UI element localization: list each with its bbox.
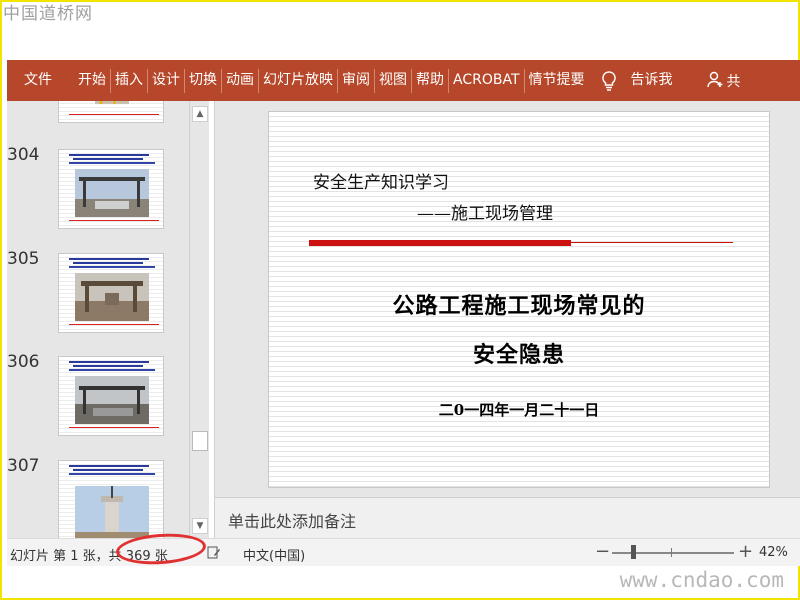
slide-title-second-line[interactable]: 安全隐患 xyxy=(269,337,769,369)
thumbnail-red-rule xyxy=(69,114,159,115)
notes-pane[interactable]: 单击此处添加备注 xyxy=(214,497,800,538)
slide-thumbnail[interactable] xyxy=(58,460,164,538)
tab-home[interactable]: 开始 xyxy=(74,60,110,101)
thumbnail-text-line xyxy=(73,158,143,160)
slide-thumbnail-pane[interactable]: 304 305 306 307 xyxy=(7,101,189,538)
thumbnail-text-line xyxy=(69,473,155,475)
tab-review[interactable]: 审阅 xyxy=(338,60,374,101)
slide-thumbnail[interactable] xyxy=(58,356,164,436)
tab-storyboarding[interactable]: 情节提要 xyxy=(525,60,589,101)
thumbnail-scrollbar[interactable]: ▲ ▼ xyxy=(189,101,209,538)
thumbnail-photo-gantry-crane xyxy=(75,169,149,217)
slide-number: 305 xyxy=(7,249,40,269)
current-slide[interactable]: 安全生产知识学习 ——施工现场管理 公路工程施工现场常见的 安全隐患 二0一四年… xyxy=(268,111,770,488)
site-watermark-top: 中国道桥网 xyxy=(3,4,93,24)
scroll-up-button[interactable]: ▲ xyxy=(192,106,208,122)
tab-view[interactable]: 视图 xyxy=(375,60,411,101)
thumbnail-red-rule xyxy=(69,324,159,325)
slide-thumbnail[interactable] xyxy=(58,149,164,229)
zoom-in-button[interactable]: + xyxy=(738,541,753,562)
slide-edit-area: 安全生产知识学习 ——施工现场管理 公路工程施工现场常见的 安全隐患 二0一四年… xyxy=(214,101,800,497)
footer-strip: www.cndao.com xyxy=(2,566,798,598)
thumbnail-text-line xyxy=(69,361,149,363)
tab-help[interactable]: 帮助 xyxy=(412,60,448,101)
ribbon-tab-bar: 文件 开始 插入 设计 切换 动画 幻灯片放映 审阅 视图 帮助 ACROBAT… xyxy=(7,60,800,101)
tab-design[interactable]: 设计 xyxy=(148,60,184,101)
tab-acrobat[interactable]: ACROBAT xyxy=(449,60,524,101)
thumbnail-text-line xyxy=(69,369,155,371)
slide-number: 304 xyxy=(7,145,40,165)
slide-number: 306 xyxy=(7,352,40,372)
red-accent-bar xyxy=(309,240,571,246)
scrollbar-thumb[interactable] xyxy=(192,431,208,451)
language-indicator[interactable]: 中文(中国) xyxy=(243,545,305,564)
thumbnail-photo-gantry-crane xyxy=(75,376,149,424)
slide-title[interactable]: 公路工程施工现场常见的 xyxy=(269,288,769,320)
share-label: 共 xyxy=(726,73,741,90)
thumbnail-text-line xyxy=(69,258,149,260)
slide-number: 307 xyxy=(7,456,40,476)
tab-slideshow[interactable]: 幻灯片放映 xyxy=(259,60,337,101)
tell-me-search[interactable]: 告诉我 xyxy=(627,60,677,101)
red-accent-line xyxy=(571,242,733,243)
tab-insert[interactable]: 插入 xyxy=(111,60,147,101)
notes-edit-icon[interactable] xyxy=(207,546,221,559)
person-add-icon xyxy=(706,70,725,92)
thumbnail-red-rule xyxy=(69,220,159,221)
slide-date[interactable]: 二0一四年一月二十一日 xyxy=(269,399,769,420)
thumbnail-photo-gantry-crane xyxy=(75,273,149,321)
thumbnail-photo-bridge-pier xyxy=(75,486,149,538)
share-button[interactable]: 共 xyxy=(706,70,741,92)
slide-thumbnail[interactable] xyxy=(58,101,164,123)
tab-animations[interactable]: 动画 xyxy=(222,60,258,101)
slide-thumbnail[interactable] xyxy=(58,253,164,333)
tab-file[interactable]: 文件 xyxy=(7,60,74,101)
thumbnail-text-line xyxy=(73,262,143,264)
zoom-slider-center-mark xyxy=(671,548,672,557)
zoom-out-button[interactable]: − xyxy=(595,541,610,562)
lightbulb-icon[interactable] xyxy=(601,60,617,101)
site-watermark-bottom: www.cndao.com xyxy=(619,568,784,592)
thumbnail-red-rule xyxy=(69,427,159,428)
thumbnail-text-line xyxy=(69,154,149,156)
notes-placeholder[interactable]: 单击此处添加备注 xyxy=(228,508,356,532)
slide-subtitle[interactable]: 安全生产知识学习 xyxy=(313,168,449,193)
zoom-slider-handle[interactable] xyxy=(631,545,636,559)
thumbnail-text-line xyxy=(69,465,149,467)
tab-transitions[interactable]: 切换 xyxy=(185,60,221,101)
thumbnail-text-line xyxy=(69,266,155,268)
scroll-down-button[interactable]: ▼ xyxy=(192,518,208,534)
slide-subtitle-dash[interactable]: ——施工现场管理 xyxy=(417,199,553,224)
thumbnail-text-line xyxy=(73,469,143,471)
thumbnail-text-line xyxy=(69,162,155,164)
thumbnail-text-line xyxy=(73,365,143,367)
zoom-level[interactable]: 42% xyxy=(759,545,788,560)
